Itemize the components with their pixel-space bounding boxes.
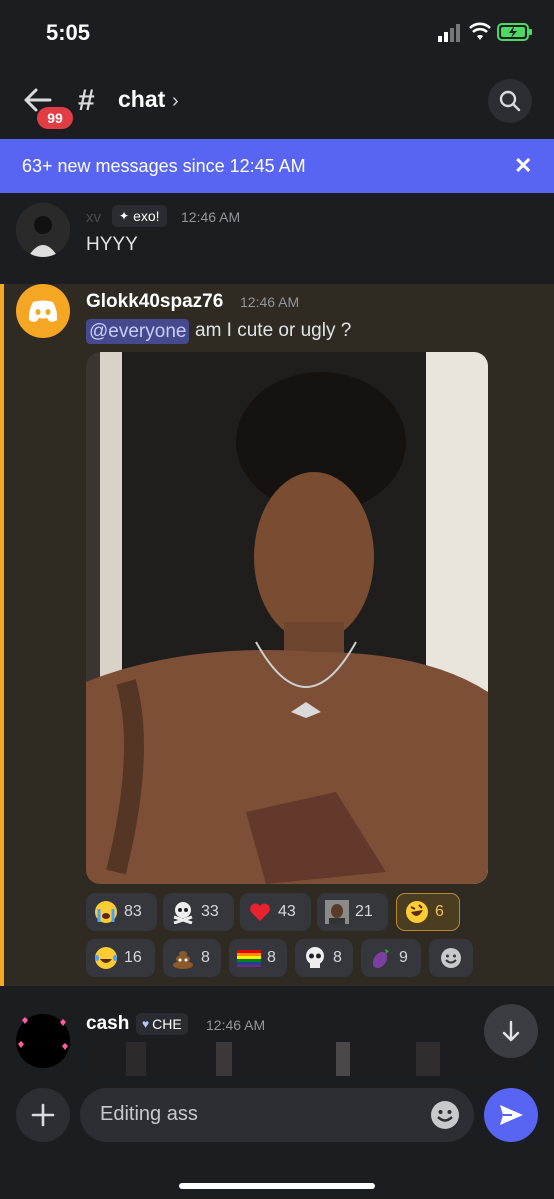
reaction-chip[interactable]: 9 [361,939,421,977]
bunny-icon: ♥ [142,1017,150,1031]
channel-name[interactable]: chat [118,86,165,113]
wifi-icon [469,22,491,40]
message-input-text[interactable]: Editing ass [100,1103,198,1126]
message-timestamp: 12:46 AM [206,1017,266,1033]
message-text: HYYY [86,234,138,255]
avatar[interactable] [16,284,70,338]
battery-charging-icon [497,23,532,41]
add-reaction-button[interactable] [429,939,473,977]
reaction-chip[interactable]: 83 [86,893,157,931]
plus-icon [31,1103,55,1127]
reaction-count: 43 [278,903,296,920]
avatar[interactable] [16,203,70,257]
face-with-tears-of-joy-icon [95,947,117,969]
send-icon [500,1105,523,1125]
reaction-count: 83 [124,903,142,920]
mention-highlight-bar [0,284,4,986]
reaction-chip[interactable]: 8 [295,939,353,977]
attach-button[interactable] [16,1088,70,1142]
role-tag: ♥ CHE [136,1013,188,1035]
message-author[interactable]: cash [86,1013,129,1035]
cellular-signal-icon [438,24,460,42]
everyone-mention[interactable]: @everyone [86,319,190,344]
loudly-crying-face-icon [95,901,117,923]
message-author[interactable]: Glokk40spaz76 [86,291,223,313]
reaction-count: 21 [355,903,373,920]
role-tag: ✦ exo! [112,205,167,227]
search-icon [499,90,521,112]
pile-of-poo-icon [173,951,193,969]
reaction-count: 33 [201,903,219,920]
smiley-icon [441,948,461,968]
attached-photo[interactable] [86,352,488,884]
reaction-count: 8 [201,949,210,966]
reaction-count: 8 [267,949,276,966]
role-tag-label: CHE [152,1016,182,1032]
discord-logo-icon [28,300,58,322]
reaction-count: 8 [333,949,342,966]
emoji-picker-icon[interactable] [430,1100,460,1130]
channel-hash-icon: # [78,84,95,117]
skull-and-crossbones-icon [173,902,193,924]
rainbow-flag-icon [237,950,261,967]
message-author[interactable]: xv [86,209,101,226]
reaction-count: 9 [399,949,408,966]
reaction-count: 6 [435,903,444,920]
role-tag-label: exo! [133,208,160,224]
hearts-frame-icon [18,1016,68,1066]
reaction-chip[interactable]: 8 [163,939,221,977]
scroll-to-bottom-button[interactable] [484,1004,538,1058]
home-indicator [179,1183,375,1189]
custom-face-emoji-icon [325,900,349,924]
attached-image-partial[interactable] [86,1042,538,1076]
new-messages-text: 63+ new messages since 12:45 AM [22,156,306,176]
chevron-right-icon[interactable]: › [172,90,179,113]
reaction-chip[interactable]: 21 [317,893,388,931]
rolling-on-floor-laughing-icon [406,901,428,923]
reaction-count: 16 [124,949,142,966]
reaction-chip-selected[interactable]: 6 [396,893,460,931]
reaction-chip[interactable]: 8 [229,939,287,977]
message-timestamp: 12:46 AM [181,209,241,225]
search-button[interactable] [488,79,532,123]
eggplant-icon [372,949,389,969]
arrow-down-icon [502,1020,520,1042]
avatar[interactable] [16,1014,70,1068]
unread-count-badge: 99 [37,107,73,129]
status-time: 5:05 [46,20,91,45]
reaction-chip[interactable]: 33 [163,893,234,931]
message-timestamp: 12:46 AM [240,294,300,310]
sparkle-icon: ✦ [119,209,130,223]
message-text: am I cute or ugly ? [195,320,352,341]
red-heart-icon [250,903,270,921]
close-icon[interactable]: ✕ [514,153,532,179]
reaction-chip[interactable]: 16 [86,939,155,977]
send-button[interactable] [484,1088,538,1142]
skull-icon [306,947,324,968]
reaction-chip[interactable]: 43 [240,893,311,931]
